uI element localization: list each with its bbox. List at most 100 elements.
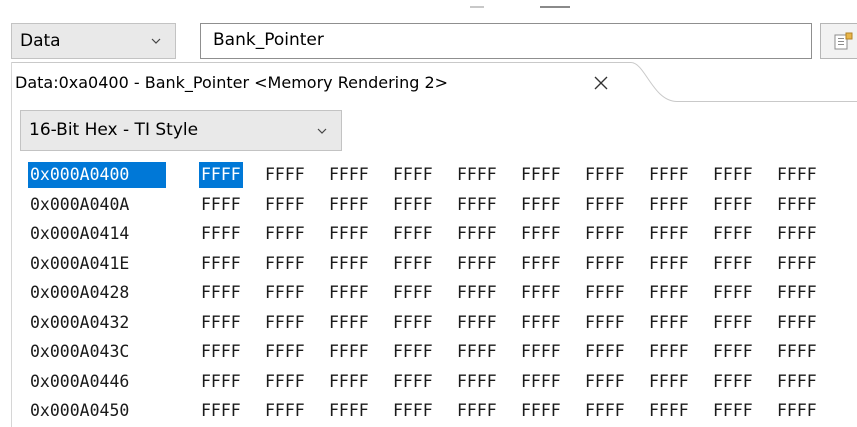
memory-cell[interactable]: FFFF xyxy=(713,396,777,426)
close-icon[interactable] xyxy=(594,76,608,90)
memory-cell[interactable]: FFFF xyxy=(585,190,649,220)
memory-cell[interactable]: FFFF xyxy=(585,219,649,249)
memory-cell[interactable]: FFFF xyxy=(265,160,329,190)
memory-cell[interactable]: FFFF xyxy=(329,337,393,367)
memory-cell[interactable]: FFFF xyxy=(457,219,521,249)
expression-input[interactable]: Bank_Pointer xyxy=(200,23,812,59)
memory-cell[interactable]: FFFF xyxy=(201,367,265,397)
memory-cell[interactable]: FFFF xyxy=(521,160,585,190)
memory-cell[interactable]: FFFF xyxy=(393,278,457,308)
memory-cell[interactable]: FFFF xyxy=(713,337,777,367)
memory-cell[interactable]: FFFF xyxy=(265,190,329,220)
memory-cell[interactable]: FFFF xyxy=(393,190,457,220)
memory-cell[interactable]: FFFF xyxy=(777,190,841,220)
memory-cell[interactable]: FFFF xyxy=(649,249,713,279)
memory-cell[interactable]: FFFF xyxy=(521,396,585,426)
memory-cell[interactable]: FFFF xyxy=(329,396,393,426)
memory-cell[interactable]: FFFF xyxy=(201,337,265,367)
memory-cell[interactable]: FFFF xyxy=(457,160,521,190)
memory-cell[interactable]: FFFF xyxy=(329,190,393,220)
memory-space-select[interactable]: Data xyxy=(11,23,176,59)
memory-cell[interactable]: FFFF xyxy=(521,190,585,220)
memory-cell[interactable]: FFFF xyxy=(585,367,649,397)
memory-cell[interactable]: FFFF xyxy=(521,337,585,367)
memory-cell[interactable]: FFFF xyxy=(713,308,777,338)
memory-cell[interactable]: FFFF xyxy=(585,308,649,338)
memory-cell[interactable]: FFFF xyxy=(201,249,265,279)
memory-cell[interactable]: FFFF xyxy=(393,249,457,279)
memory-cell[interactable]: FFFF xyxy=(713,278,777,308)
memory-cell[interactable]: FFFF xyxy=(713,367,777,397)
memory-cell[interactable]: FFFF xyxy=(199,160,265,190)
memory-address[interactable]: 0x000A0414 xyxy=(30,219,168,249)
memory-cell[interactable]: FFFF xyxy=(393,396,457,426)
memory-cell[interactable]: FFFF xyxy=(777,367,841,397)
memory-cell[interactable]: FFFF xyxy=(649,190,713,220)
memory-cell[interactable]: FFFF xyxy=(585,160,649,190)
memory-cell[interactable]: FFFF xyxy=(713,249,777,279)
add-rendering-button[interactable] xyxy=(820,23,857,59)
memory-cell[interactable]: FFFF xyxy=(777,396,841,426)
memory-cell[interactable]: FFFF xyxy=(713,160,777,190)
memory-cell[interactable]: FFFF xyxy=(201,396,265,426)
memory-cell[interactable]: FFFF xyxy=(201,190,265,220)
memory-address[interactable]: 0x000A040A xyxy=(30,190,168,220)
memory-cell[interactable]: FFFF xyxy=(329,308,393,338)
memory-cell[interactable]: FFFF xyxy=(329,367,393,397)
memory-cell[interactable]: FFFF xyxy=(585,278,649,308)
memory-cell[interactable]: FFFF xyxy=(329,219,393,249)
memory-cell[interactable]: FFFF xyxy=(265,367,329,397)
memory-cell[interactable]: FFFF xyxy=(777,219,841,249)
memory-cell[interactable]: FFFF xyxy=(649,337,713,367)
memory-cell[interactable]: FFFF xyxy=(649,396,713,426)
memory-cell[interactable]: FFFF xyxy=(521,219,585,249)
memory-cell[interactable]: FFFF xyxy=(457,278,521,308)
memory-cell[interactable]: FFFF xyxy=(457,308,521,338)
memory-cell[interactable]: FFFF xyxy=(265,278,329,308)
memory-cell[interactable]: FFFF xyxy=(201,308,265,338)
tab-memory-rendering[interactable]: Data:0xa0400 - Bank_Pointer <Memory Rend… xyxy=(11,62,631,102)
memory-cell[interactable]: FFFF xyxy=(265,249,329,279)
memory-cell[interactable]: FFFF xyxy=(585,249,649,279)
memory-cell[interactable]: FFFF xyxy=(521,278,585,308)
memory-cell[interactable]: FFFF xyxy=(649,308,713,338)
memory-cell[interactable]: FFFF xyxy=(521,308,585,338)
memory-cell[interactable]: FFFF xyxy=(393,337,457,367)
memory-cell[interactable]: FFFF xyxy=(329,278,393,308)
memory-cell[interactable]: FFFF xyxy=(713,190,777,220)
memory-cell[interactable]: FFFF xyxy=(201,219,265,249)
memory-cell[interactable]: FFFF xyxy=(457,337,521,367)
memory-address[interactable]: 0x000A0450 xyxy=(30,396,168,426)
memory-cell[interactable]: FFFF xyxy=(201,278,265,308)
memory-cell[interactable]: FFFF xyxy=(265,396,329,426)
memory-cell[interactable]: FFFF xyxy=(777,308,841,338)
memory-cell[interactable]: FFFF xyxy=(457,190,521,220)
memory-cell[interactable]: FFFF xyxy=(457,367,521,397)
memory-address[interactable]: 0x000A0400 xyxy=(28,162,166,188)
memory-cell[interactable]: FFFF xyxy=(649,278,713,308)
rendering-format-select[interactable]: 16-Bit Hex - TI Style xyxy=(20,110,342,151)
memory-cell[interactable]: FFFF xyxy=(457,396,521,426)
memory-cell[interactable]: FFFF xyxy=(777,278,841,308)
memory-address[interactable]: 0x000A0428 xyxy=(30,278,168,308)
memory-cell[interactable]: FFFF xyxy=(457,249,521,279)
memory-address[interactable]: 0x000A041E xyxy=(30,249,168,279)
memory-cell[interactable]: FFFF xyxy=(649,160,713,190)
memory-cell[interactable]: FFFF xyxy=(265,308,329,338)
memory-address[interactable]: 0x000A0432 xyxy=(30,308,168,338)
memory-address[interactable]: 0x000A043C xyxy=(30,337,168,367)
memory-cell[interactable]: FFFF xyxy=(329,249,393,279)
memory-cell[interactable]: FFFF xyxy=(649,219,713,249)
memory-cell[interactable]: FFFF xyxy=(713,219,777,249)
memory-cell[interactable]: FFFF xyxy=(521,249,585,279)
memory-cell[interactable]: FFFF xyxy=(393,367,457,397)
memory-address[interactable]: 0x000A0446 xyxy=(30,367,168,397)
memory-cell[interactable]: FFFF xyxy=(777,249,841,279)
memory-cell[interactable]: FFFF xyxy=(777,337,841,367)
memory-cell[interactable]: FFFF xyxy=(585,337,649,367)
memory-cell[interactable]: FFFF xyxy=(393,219,457,249)
memory-cell[interactable]: FFFF xyxy=(265,219,329,249)
memory-cell[interactable]: FFFF xyxy=(393,308,457,338)
memory-cell[interactable]: FFFF xyxy=(777,160,841,190)
memory-cell[interactable]: FFFF xyxy=(265,337,329,367)
